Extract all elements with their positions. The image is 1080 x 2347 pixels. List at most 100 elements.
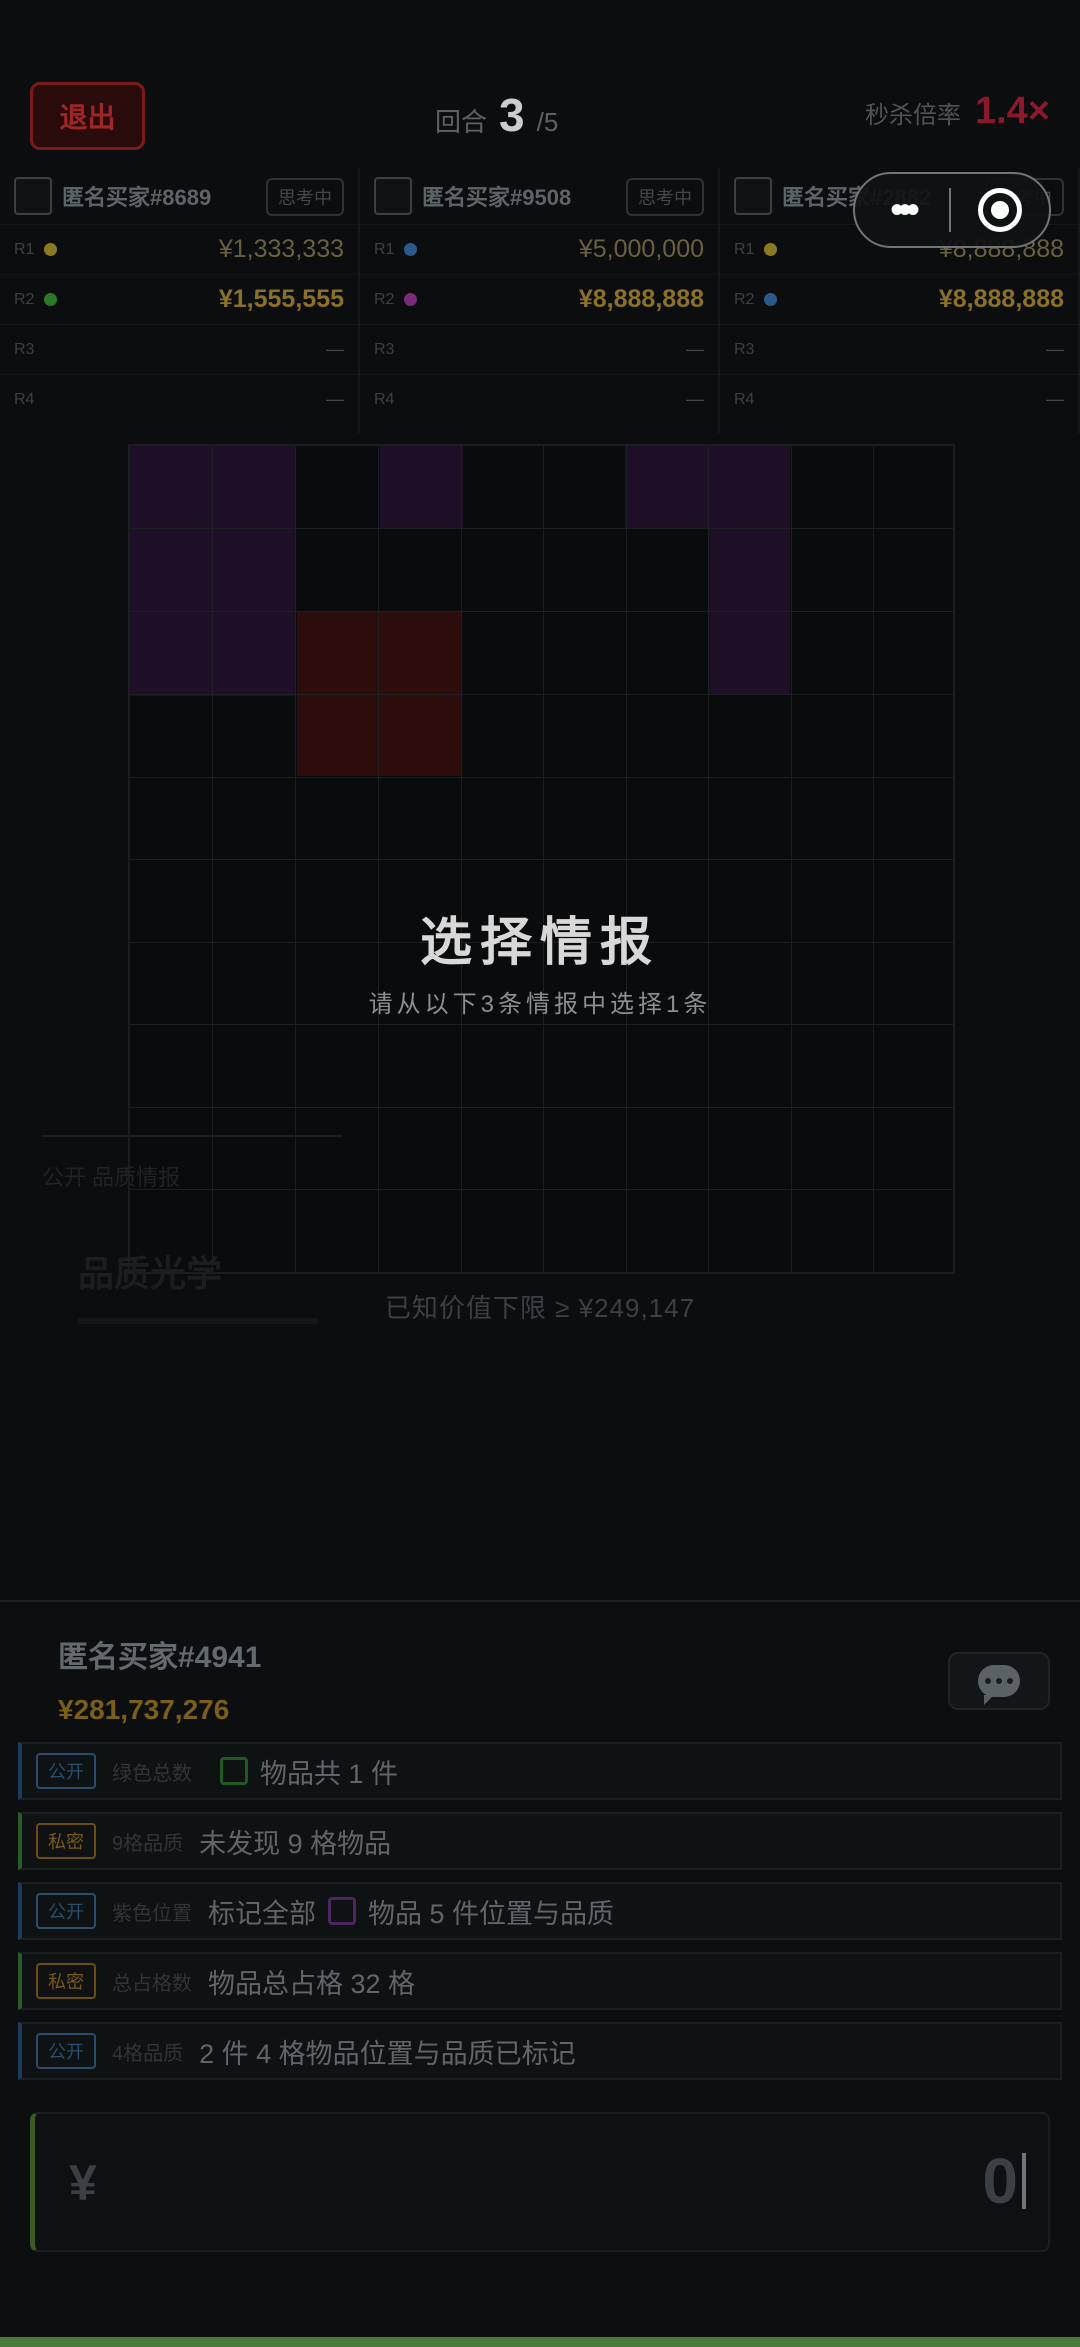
bid-row: R2 ¥8,888,888	[720, 274, 1078, 324]
bid-row: R4 —	[720, 374, 1078, 424]
round-indicator: 回合 3 /5	[435, 88, 558, 142]
bid-rank: R3	[14, 340, 35, 358]
bid-row: R1 ¥5,000,000	[360, 224, 718, 274]
intel-tag: 私密	[36, 1823, 96, 1859]
bid-amount: —	[1046, 339, 1064, 359]
purple-item	[380, 446, 463, 528]
bid-dot	[764, 293, 777, 306]
intel-label: 9格品质	[112, 1832, 184, 1855]
bid-amount: ¥1,333,333	[218, 235, 344, 263]
intel-text: 物品 5 件位置与品质	[368, 1898, 615, 1929]
round-current: 3	[499, 89, 525, 141]
more-dots-icon[interactable]: •••	[855, 190, 949, 230]
bid-dot	[404, 293, 417, 306]
intel-item[interactable]: 私密 9格品质 未发现 9 格物品	[18, 1812, 1062, 1870]
avatar	[374, 177, 412, 215]
avatar	[734, 177, 772, 215]
bid-row: R1 ¥1,333,333	[0, 224, 358, 274]
bid-dot	[44, 243, 57, 256]
bid-price-input[interactable]: ¥ 0	[30, 2112, 1050, 2252]
bid-amount: ¥1,555,555	[218, 285, 344, 313]
bid-amount: —	[326, 389, 344, 409]
intel-tag: 公开	[36, 1893, 96, 1929]
avatar	[14, 177, 52, 215]
bottom-progress-bar	[0, 2337, 1080, 2347]
overlay-subtitle: 请从以下3条情报中选择1条	[368, 991, 712, 1018]
bid-rank: R2	[374, 290, 395, 308]
bid-rank: R4	[374, 390, 395, 408]
text-caret	[1022, 2153, 1026, 2209]
intel-label: 绿色总数	[112, 1762, 192, 1785]
intel-label: 紫色位置	[112, 1902, 192, 1925]
price-value[interactable]: 0	[982, 2144, 1026, 2218]
chat-icon	[978, 1665, 1020, 1705]
intel-prefix: 标记全部	[208, 1898, 316, 1929]
bid-rank: R1	[14, 240, 35, 258]
player-name: 匿名买家#9508	[422, 185, 572, 210]
bid-row: R3 —	[720, 324, 1078, 374]
intel-tag: 公开	[36, 2033, 96, 2069]
intel-item[interactable]: 公开 4格品质 2 件 4 格物品位置与品质已标记	[18, 2022, 1062, 2080]
intel-item[interactable]: 私密 总占格数 物品总占格 32 格	[18, 1952, 1062, 2010]
bid-row: R3 —	[0, 324, 358, 374]
player-status: 思考中	[626, 178, 704, 216]
bid-amount: —	[686, 339, 704, 359]
multiplier-label: 秒杀倍率	[864, 102, 961, 129]
purple-square-icon	[328, 1897, 356, 1925]
bid-row: R3 —	[360, 324, 718, 374]
bid-rank: R2	[734, 290, 755, 308]
intel-text: 未发现 9 格物品	[199, 1828, 392, 1859]
overlay-title: 选择情报	[419, 914, 660, 972]
bottom-panel: 匿名买家#4941 ¥281,737,276 公开 绿色总数 物品共 1 件 私…	[0, 1600, 1080, 2347]
bid-rank: R1	[374, 240, 395, 258]
multiplier-value: 1.4×	[974, 90, 1050, 132]
my-name: 匿名买家#4941	[58, 1641, 262, 1674]
intel-text: 2 件 4 格物品位置与品质已标记	[199, 2038, 576, 2069]
intel-tag: 私密	[36, 1963, 96, 1999]
bid-rank: R2	[14, 290, 35, 308]
bid-rank: R3	[374, 340, 395, 358]
intel-list: 公开 绿色总数 物品共 1 件 私密 9格品质 未发现 9 格物品 公开 紫色位…	[18, 1742, 1062, 2092]
player-name: 匿名买家#8689	[62, 185, 212, 210]
faded-card-tag: 公开 品质情报	[42, 1165, 181, 1190]
bid-dot	[44, 293, 57, 306]
intel-item[interactable]: 公开 紫色位置 标记全部 物品 5 件位置与品质	[18, 1882, 1062, 1940]
intel-item[interactable]: 公开 绿色总数 物品共 1 件	[18, 1742, 1062, 1800]
bid-row: R4 —	[360, 374, 718, 424]
exit-button[interactable]: 退出	[30, 82, 145, 150]
bid-amount: —	[686, 389, 704, 409]
known-value-floor: 已知价值下限 ≥ ¥249,147	[384, 1293, 696, 1323]
my-money: ¥281,737,276	[58, 1694, 230, 1725]
bid-amount: ¥8,888,888	[578, 285, 704, 313]
bid-amount: ¥8,888,888	[938, 285, 1064, 313]
intel-label: 4格品质	[112, 2042, 184, 2065]
target-icon[interactable]	[951, 188, 1049, 232]
my-info: 匿名买家#4941 ¥281,737,276	[58, 1632, 261, 1726]
player-status: 思考中	[266, 178, 344, 216]
round-label: 回合	[435, 107, 488, 137]
bid-amount: ¥5,000,000	[578, 235, 704, 263]
bid-amount: —	[326, 339, 344, 359]
bid-dot	[764, 243, 777, 256]
currency-symbol: ¥	[69, 2155, 97, 2211]
intel-text: 物品总占格 32 格	[208, 1968, 416, 1999]
multiplier: 秒杀倍率 1.4×	[865, 90, 1050, 133]
round-total: /5	[536, 107, 559, 137]
top-header: 退出 回合 3 /5 秒杀倍率 1.4×	[0, 60, 1080, 170]
player-card: 匿名买家#9508 思考中 R1 ¥5,000,000 R2 ¥8,888,888 …	[360, 168, 720, 433]
bid-row: R2 ¥8,888,888	[360, 274, 718, 324]
intel-label: 总占格数	[112, 1972, 192, 1995]
intel-tag: 公开	[36, 1753, 96, 1789]
chat-button[interactable]	[948, 1652, 1050, 1710]
bid-rank: R4	[14, 390, 35, 408]
bid-amount: —	[1046, 389, 1064, 409]
bid-row: R2 ¥1,555,555	[0, 274, 358, 324]
miniprogram-capsule: •••	[853, 172, 1051, 248]
bid-rank: R4	[734, 390, 755, 408]
price-digits: 0	[982, 2145, 1018, 2217]
intel-text: 物品共 1 件	[260, 1758, 399, 1789]
bid-rank: R1	[734, 240, 755, 258]
bid-dot	[404, 243, 417, 256]
bid-row: R4 —	[0, 374, 358, 424]
player-card: 匿名买家#8689 思考中 R1 ¥1,333,333 R2 ¥1,555,555 …	[0, 168, 360, 433]
